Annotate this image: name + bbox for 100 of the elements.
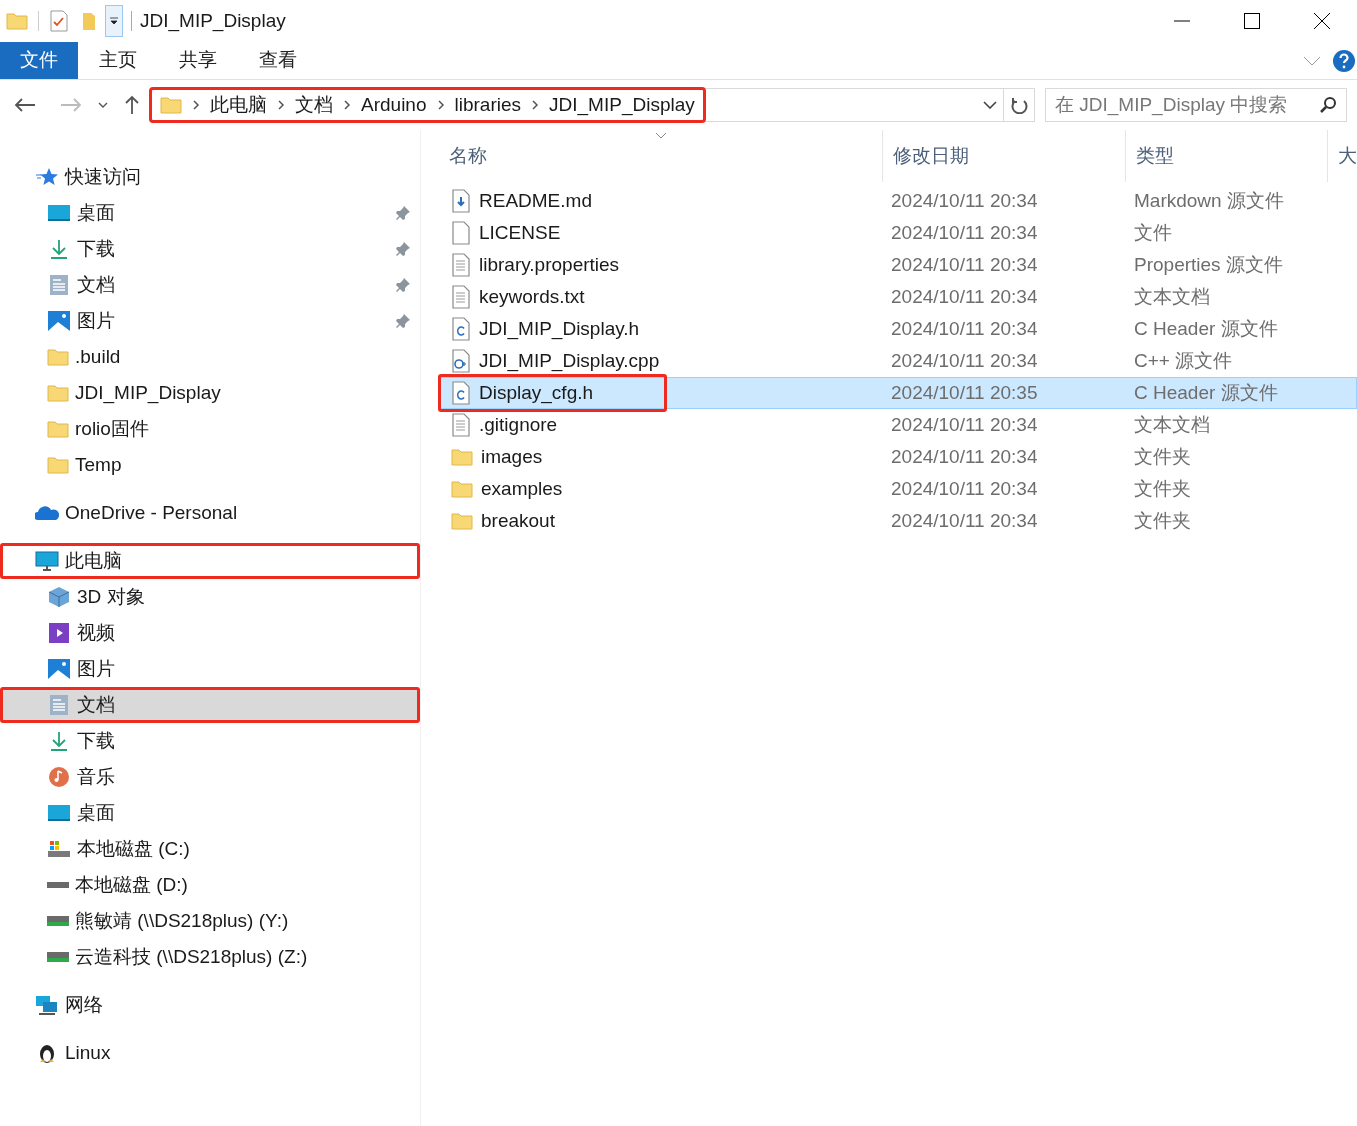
- date-cell-text: 2024/10/11 20:34: [890, 316, 1039, 341]
- sidebar-item[interactable]: 桌面: [0, 195, 420, 231]
- text-document-icon: [451, 413, 471, 437]
- sidebar-item[interactable]: 视频: [0, 615, 420, 651]
- help-icon[interactable]: [1333, 49, 1355, 72]
- sidebar-item[interactable]: 音乐: [0, 759, 420, 795]
- checklist-icon[interactable]: [49, 10, 69, 32]
- dropdown-button[interactable]: [105, 5, 123, 37]
- type-cell-text: 文件夹: [1133, 444, 1191, 469]
- breadcrumb-item[interactable]: 文档: [295, 90, 333, 120]
- type-cell-text: 文本文档: [1133, 284, 1210, 309]
- date-cell-text: 2024/10/11 20:34: [890, 444, 1039, 469]
- sidebar-item[interactable]: 网络: [0, 987, 420, 1023]
- sidebar-item[interactable]: 文档: [0, 687, 420, 723]
- type-cell-text: 文件夹: [1133, 476, 1191, 501]
- file-row[interactable]: JDI_MIP_Display.h 2024/10/11 20:34 C Header 源文件: [439, 313, 1357, 345]
- sidebar-item[interactable]: 快速访问: [0, 159, 420, 195]
- sidebar-item[interactable]: 云造科技 (\\DS218plus) (Z:): [0, 939, 420, 975]
- chevron-down-icon[interactable]: [983, 101, 997, 109]
- file-row[interactable]: JDI_MIP_Display.cpp 2024/10/11 20:34 C++ 源文件: [439, 345, 1357, 377]
- file-row[interactable]: .gitignore 2024/10/11 20:34 文本文档: [439, 409, 1357, 441]
- sidebar-item[interactable]: .build: [0, 339, 420, 375]
- minimize-icon: [1174, 20, 1190, 22]
- chevron-right-icon: [343, 99, 351, 111]
- maximize-icon: [1244, 13, 1260, 29]
- drive-icon: [47, 838, 71, 860]
- file-row[interactable]: examples 2024/10/11 20:34 文件夹: [439, 473, 1357, 505]
- sidebar-item[interactable]: 3D 对象: [0, 579, 420, 615]
- file-menu-button[interactable]: 文件: [0, 42, 78, 79]
- pin-icon[interactable]: [395, 205, 411, 221]
- sidebar-item[interactable]: rolio固件: [0, 411, 420, 447]
- chevron-right-icon: [192, 99, 200, 111]
- pin-icon[interactable]: [395, 277, 411, 293]
- ribbon-tab[interactable]: 共享: [158, 42, 238, 79]
- breadcrumb-path[interactable]: 此电脑 文档 Arduino libraries JDI_MIP_Display: [149, 87, 706, 123]
- folder-icon: [47, 384, 69, 402]
- date-cell-text: 2024/10/11 20:34: [890, 188, 1039, 213]
- folder-icon: [160, 96, 182, 114]
- breadcrumb-item[interactable]: libraries: [454, 90, 522, 120]
- column-header[interactable]: 名称: [439, 130, 882, 182]
- column-header[interactable]: 修改日期: [882, 130, 1125, 182]
- column-header[interactable]: 类型: [1125, 130, 1327, 182]
- up-arrow-icon[interactable]: [124, 95, 140, 115]
- type-cell-text: C Header 源文件: [1133, 316, 1278, 341]
- text-document-icon: [451, 285, 471, 309]
- sidebar-item[interactable]: 文档: [0, 267, 420, 303]
- chevron-right-icon: [436, 99, 445, 111]
- sidebar-item[interactable]: 桌面: [0, 795, 420, 831]
- file-row[interactable]: Display_cfg.h 2024/10/11 20:35 C Header 源文件: [439, 377, 1357, 409]
- music-icon: [47, 766, 71, 788]
- date-cell-text: 2024/10/11 20:34: [890, 252, 1039, 277]
- sidebar-item[interactable]: 本地磁盘 (C:): [0, 831, 420, 867]
- caret-icon: [109, 17, 119, 25]
- computer-icon: [35, 550, 59, 572]
- type-cell-text: 文本文档: [1133, 412, 1210, 437]
- file-row[interactable]: breakout 2024/10/11 20:34 文件夹: [439, 505, 1357, 537]
- sidebar-item[interactable]: Temp: [0, 447, 420, 483]
- cube-icon: [47, 586, 71, 608]
- breadcrumb-item[interactable]: JDI_MIP_Display: [549, 90, 695, 120]
- search-field[interactable]: 在 JDI_MIP_Display 中搜索: [1045, 88, 1347, 122]
- date-cell-text: 2024/10/11 20:34: [890, 220, 1039, 245]
- back-arrow-icon[interactable]: [14, 97, 36, 113]
- pin-icon[interactable]: [395, 313, 411, 329]
- file-row[interactable]: README.md 2024/10/11 20:34 Markdown 源文件: [439, 185, 1357, 217]
- chevron-down-icon[interactable]: [98, 102, 108, 108]
- network-drive-icon: [47, 952, 69, 962]
- address-bar[interactable]: 此电脑 文档 Arduino libraries JDI_MIP_Display: [150, 88, 1035, 122]
- sidebar-item[interactable]: JDI_MIP_Display: [0, 375, 420, 411]
- sidebar-item[interactable]: 下载: [0, 231, 420, 267]
- folder-icon: [47, 420, 69, 438]
- sidebar-item[interactable]: 本地磁盘 (D:): [0, 867, 420, 903]
- sidebar-item[interactable]: 此电脑: [0, 543, 420, 579]
- forward-arrow-icon[interactable]: [60, 97, 82, 113]
- ribbon-tab[interactable]: 主页: [78, 42, 158, 79]
- file-row[interactable]: LICENSE 2024/10/11 20:34 文件: [439, 217, 1357, 249]
- breadcrumb-item[interactable]: 此电脑: [210, 90, 267, 120]
- file-row[interactable]: keywords.txt 2024/10/11 20:34 文本文档: [439, 281, 1357, 313]
- type-cell-text: Properties 源文件: [1133, 252, 1283, 277]
- sidebar-item[interactable]: Linux: [0, 1035, 420, 1071]
- file-row[interactable]: images 2024/10/11 20:34 文件夹: [439, 441, 1357, 473]
- c-file-icon: [451, 381, 471, 405]
- ribbon-tab[interactable]: 查看: [238, 42, 318, 79]
- date-cell-text: 2024/10/11 20:34: [890, 348, 1039, 373]
- sidebar-item[interactable]: 下载: [0, 723, 420, 759]
- download-document-icon: [451, 189, 471, 213]
- refresh-icon[interactable]: [1010, 96, 1028, 114]
- sort-chevron-icon: [655, 132, 667, 139]
- sidebar-item[interactable]: 熊敏靖 (\\DS218plus) (Y:): [0, 903, 420, 939]
- breadcrumb-item[interactable]: Arduino: [361, 90, 427, 120]
- date-cell-text: 2024/10/11 20:34: [890, 476, 1039, 501]
- sidebar-item[interactable]: 图片: [0, 651, 420, 687]
- sidebar-item[interactable]: 图片: [0, 303, 420, 339]
- close-icon: [1314, 13, 1330, 29]
- pin-icon[interactable]: [395, 241, 411, 257]
- file-row[interactable]: library.properties 2024/10/11 20:34 Properties 源文件: [439, 249, 1357, 281]
- desktop-icon: [47, 802, 71, 824]
- column-header[interactable]: 大: [1327, 130, 1357, 182]
- file-name-cell: Display_cfg.h: [438, 374, 667, 412]
- sidebar-item[interactable]: OneDrive - Personal: [0, 495, 420, 531]
- desktop-icon: [47, 202, 71, 224]
